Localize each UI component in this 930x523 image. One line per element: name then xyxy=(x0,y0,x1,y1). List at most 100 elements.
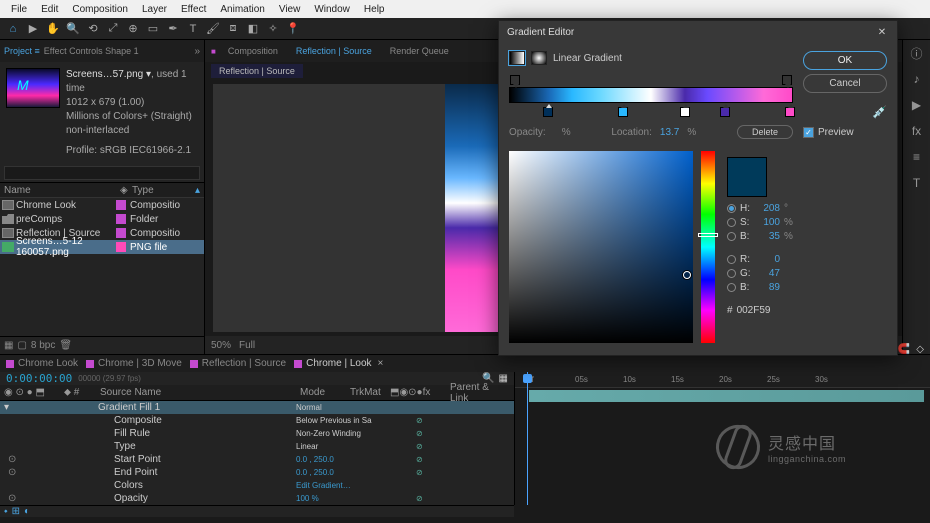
property-row[interactable]: Fill Rule Non-Zero Winding ⊘ xyxy=(0,427,514,440)
opacity-stops-row[interactable] xyxy=(509,75,793,87)
audio-panel-icon[interactable]: ♪ xyxy=(903,66,930,92)
hex-value[interactable]: 002F59 xyxy=(737,305,771,316)
red-value[interactable]: 0 xyxy=(756,254,780,265)
menu-file[interactable]: File xyxy=(4,4,34,15)
composition-tab-label[interactable]: Composition xyxy=(222,44,284,58)
green-value[interactable]: 47 xyxy=(756,268,780,279)
selection-tool-icon[interactable]: ▶ xyxy=(26,22,40,36)
puppet-tool-icon[interactable]: 📍 xyxy=(286,22,300,36)
anchor-tool-icon[interactable]: ⊕ xyxy=(126,22,140,36)
toggle-switches-icon[interactable]: ⬩ xyxy=(4,506,8,517)
hue-value[interactable]: 208 xyxy=(756,203,780,214)
pickwhip-icon[interactable]: ⊘ xyxy=(416,442,423,451)
trkmat-header[interactable]: TrkMat xyxy=(350,387,390,398)
label-swatch[interactable] xyxy=(116,242,126,252)
menu-window[interactable]: Window xyxy=(307,4,357,15)
col-type-header[interactable]: Type xyxy=(132,185,154,196)
project-item[interactable]: preComps Folder xyxy=(0,212,204,226)
radial-gradient-button[interactable] xyxy=(531,51,547,65)
menu-composition[interactable]: Composition xyxy=(65,4,135,15)
layer-duration-bar[interactable] xyxy=(529,390,924,402)
brush-tool-icon[interactable]: 🖌 xyxy=(206,22,220,36)
frame-blend-icon[interactable]: ◐ xyxy=(24,506,30,517)
pickwhip-icon[interactable]: ⊘ xyxy=(416,416,423,425)
timeline-tab[interactable]: Chrome | Look× xyxy=(294,358,383,369)
zoom-level[interactable]: 50% xyxy=(211,340,231,351)
close-icon[interactable]: ✕ xyxy=(875,25,889,39)
timeline-tab[interactable]: Reflection | Source xyxy=(190,358,286,369)
mode-header[interactable]: Mode xyxy=(300,387,350,398)
project-item[interactable]: Chrome Look Compositio xyxy=(0,198,204,212)
green-radio[interactable] xyxy=(727,269,736,278)
menu-edit[interactable]: Edit xyxy=(34,4,65,15)
hue-radio[interactable] xyxy=(727,204,736,213)
source-name-header[interactable]: Source Name xyxy=(100,387,300,398)
opacity-stop[interactable] xyxy=(782,75,792,85)
sat-radio[interactable] xyxy=(727,218,736,227)
char-panel-icon[interactable]: T xyxy=(903,170,930,196)
layer-row[interactable]: ▾ Gradient Fill 1 Normal xyxy=(0,401,514,414)
label-col-icon[interactable]: ◈ xyxy=(120,185,132,196)
eraser-tool-icon[interactable]: ◧ xyxy=(246,22,260,36)
hue-slider[interactable] xyxy=(701,151,715,343)
pickwhip-icon[interactable]: ⊘ xyxy=(416,494,423,503)
menu-animation[interactable]: Animation xyxy=(213,4,271,15)
bpc-toggle[interactable]: 8 bpc xyxy=(31,340,55,351)
project-search-input[interactable] xyxy=(4,166,200,180)
property-row[interactable]: ⊙ Start Point 0.0 , 250.0 ⊘ xyxy=(0,453,514,466)
new-folder-icon[interactable]: ▢ xyxy=(17,340,26,351)
cancel-button[interactable]: Cancel xyxy=(803,74,887,93)
rotate-tool-icon[interactable]: ⤢ xyxy=(106,22,120,36)
label-swatch[interactable] xyxy=(116,228,126,238)
panel-menu-icon[interactable]: » xyxy=(194,46,200,57)
ok-button[interactable]: OK xyxy=(803,51,887,70)
property-row[interactable]: ⊙ End Point 0.0 , 250.0 ⊘ xyxy=(0,466,514,479)
close-tab-icon[interactable]: × xyxy=(378,358,384,369)
property-row[interactable]: Colors Edit Gradient… xyxy=(0,479,514,492)
pickwhip-icon[interactable]: ⊘ xyxy=(416,455,423,464)
color-stops-row[interactable] xyxy=(509,103,793,115)
hand-tool-icon[interactable]: ✋ xyxy=(46,22,60,36)
delete-stop-button[interactable]: Delete xyxy=(737,125,793,139)
info-panel-icon[interactable]: ⓘ xyxy=(903,40,930,66)
toggle-modes-icon[interactable]: ⊞ xyxy=(12,506,20,517)
timeline-tracks[interactable]: ⫷ 🧲 ◇ 0f 05s 10s 15s 20s 25s 30s xyxy=(515,372,930,505)
color-stop[interactable] xyxy=(543,107,553,117)
menu-view[interactable]: View xyxy=(272,4,308,15)
resolution-dropdown[interactable]: Full xyxy=(239,340,255,351)
bright-value[interactable]: 35 xyxy=(756,231,780,242)
snap-icon[interactable]: 🧲 xyxy=(898,344,910,355)
current-timecode[interactable]: 0:00:00:00 xyxy=(6,372,72,385)
delete-icon[interactable]: 🗑 xyxy=(59,340,72,351)
pickwhip-icon[interactable]: ⊘ xyxy=(416,468,423,477)
gradient-track[interactable] xyxy=(509,87,793,103)
pen-tool-icon[interactable]: ✒ xyxy=(166,22,180,36)
color-stop[interactable] xyxy=(680,107,690,117)
color-stop[interactable] xyxy=(720,107,730,117)
project-item[interactable]: Screens…5-12 160057.png PNG file xyxy=(0,240,204,254)
text-tool-icon[interactable]: T xyxy=(186,22,200,36)
color-stop[interactable] xyxy=(785,107,795,117)
menu-layer[interactable]: Layer xyxy=(135,4,174,15)
project-tab[interactable]: Project ≡ xyxy=(4,46,40,56)
orbit-tool-icon[interactable]: ⟲ xyxy=(86,22,100,36)
effect-controls-tab[interactable]: Effect Controls Shape 1 xyxy=(44,46,139,56)
render-queue-tab[interactable]: Render Queue xyxy=(384,44,455,58)
property-row[interactable]: Type Linear ⊘ xyxy=(0,440,514,453)
pickwhip-icon[interactable]: ⊘ xyxy=(416,429,423,438)
timeline-tab[interactable]: Chrome Look xyxy=(6,358,78,369)
preview-panel-icon[interactable]: ▶ xyxy=(903,92,930,118)
shape-tool-icon[interactable]: ▭ xyxy=(146,22,160,36)
col-name-header[interactable]: Name xyxy=(4,185,120,196)
label-swatch[interactable] xyxy=(116,214,126,224)
zoom-tool-icon[interactable]: 🔍 xyxy=(66,22,80,36)
blue-value[interactable]: 89 xyxy=(756,282,780,293)
sat-value[interactable]: 100 xyxy=(756,217,780,228)
label-swatch[interactable] xyxy=(116,200,126,210)
stamp-tool-icon[interactable]: ⧈ xyxy=(226,22,240,36)
sort-icon[interactable]: ▴ xyxy=(195,185,200,196)
bright-radio[interactable] xyxy=(727,232,736,241)
roto-tool-icon[interactable]: ✧ xyxy=(266,22,280,36)
linear-gradient-button[interactable] xyxy=(509,51,525,65)
property-row[interactable]: Composite Below Previous in Sa ⊘ xyxy=(0,414,514,427)
